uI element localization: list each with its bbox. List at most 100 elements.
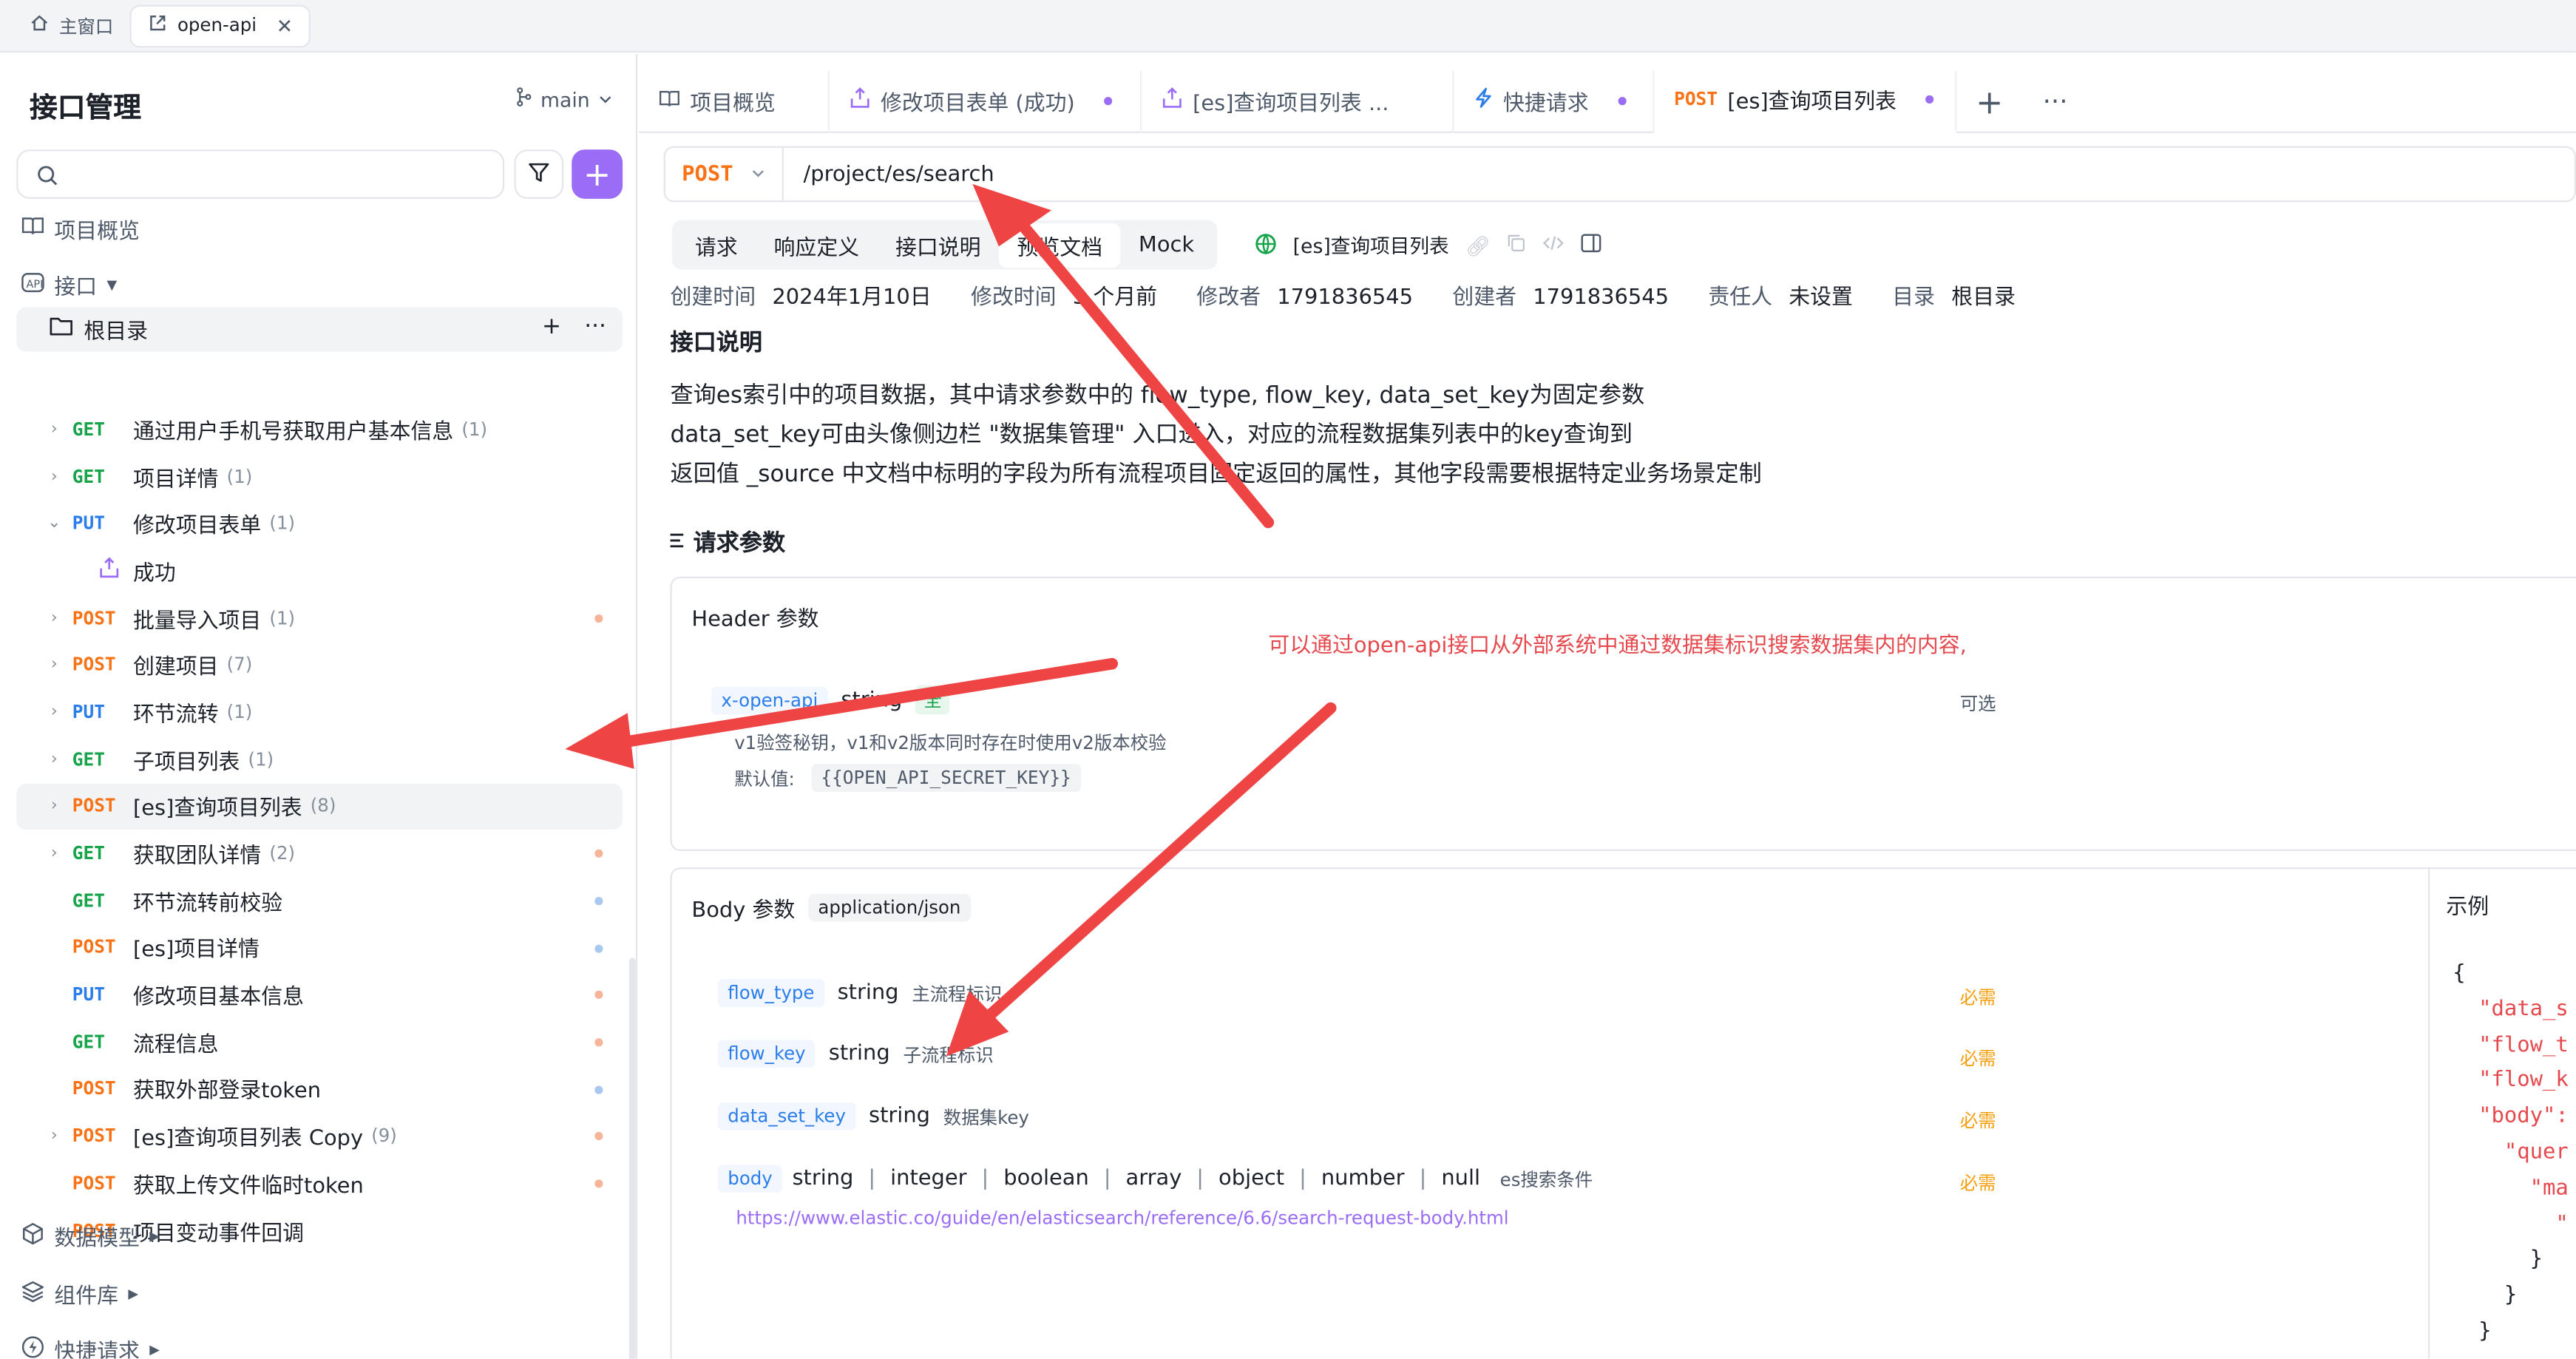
param-name: data_set_key: [717, 1102, 856, 1131]
http-method: GET: [72, 1031, 105, 1053]
meta-created-at: 创建时间 2024年1月10日: [670, 285, 932, 311]
api-icon: API: [21, 272, 44, 299]
tree-api-item[interactable]: PUT 修改项目基本信息: [16, 972, 623, 1019]
tab-mock[interactable]: Mock: [1120, 226, 1212, 264]
http-method: POST: [72, 796, 116, 818]
example-line: "ma: [2453, 1176, 2569, 1201]
tree-api-item[interactable]: › POST 批量导入项目 (1): [16, 594, 623, 642]
tree-api-item[interactable]: POST 获取上传文件临时token: [16, 1160, 623, 1207]
param-type: string: [837, 980, 899, 1006]
list-icon: [670, 529, 684, 555]
sidebar-item-label: 接口: [54, 276, 98, 301]
meta-updated-at: 修改时间 3 个月前: [970, 285, 1157, 311]
api-meta: 创建时间 2024年1月10日 修改时间 3 个月前 修改者 1791836545 创…: [671, 279, 2016, 311]
chevron-right-icon[interactable]: ›: [36, 609, 72, 626]
tree-api-item[interactable]: POST 获取外部登录token: [16, 1065, 623, 1113]
close-icon[interactable]: ✕: [277, 14, 293, 37]
bolt-icon: [21, 1335, 44, 1358]
sidebar-item-label: 项目概览: [54, 220, 140, 245]
tree-root-folder[interactable]: 根目录 + ···: [16, 307, 623, 352]
add-child-button[interactable]: +: [542, 314, 561, 340]
tree-api-item[interactable]: › POST 创建项目 (7): [16, 642, 623, 689]
chevron-right-icon[interactable]: ›: [36, 656, 72, 674]
sub-tab-bar: 请求 响应定义 接口说明 预览文档 Mock: [671, 220, 1218, 270]
panel-toggle-icon[interactable]: [1581, 234, 1602, 258]
tree-item-label: 批量导入项目: [132, 609, 262, 634]
chevron-right-icon[interactable]: ›: [36, 703, 72, 721]
sidebar-item-data-models[interactable]: 数据模型 ▶: [21, 1221, 160, 1252]
more-tabs-button[interactable]: ···: [2022, 86, 2088, 117]
api-name: [es]查询项目列表: [1292, 234, 1449, 258]
sidebar-scrollbar[interactable]: [628, 958, 636, 1359]
case-icon: [850, 87, 871, 115]
tree-item-label: 流程信息: [132, 1033, 219, 1058]
case-icon: [1162, 87, 1183, 115]
sidebar-title: 接口管理: [29, 92, 142, 125]
example-line: "flow_k: [2453, 1068, 2569, 1094]
default-label: 默认值:: [734, 767, 795, 790]
method-select[interactable]: POST: [665, 147, 784, 201]
layers-icon: [21, 1279, 44, 1309]
code-icon[interactable]: [1543, 234, 1565, 258]
tree-api-item[interactable]: GET 流程信息: [16, 1018, 623, 1065]
tree-api-item[interactable]: › POST [es]查询项目列表 Copy (9): [16, 1113, 623, 1160]
chevron-down-icon[interactable]: ⌄: [36, 515, 72, 532]
chevron-down-icon: [750, 162, 765, 186]
tab-api-doc[interactable]: 接口说明: [878, 223, 999, 267]
example-line: }: [2453, 1247, 2543, 1272]
sidebar-item-components[interactable]: 组件库 ▶: [21, 1278, 138, 1309]
tab-quick-request[interactable]: 快捷请求: [1454, 70, 1655, 132]
filter-button[interactable]: [514, 149, 564, 199]
tree-item-count: (1): [248, 748, 274, 770]
tab-request[interactable]: 请求: [677, 223, 756, 267]
tab-preview-doc[interactable]: 预览文档: [999, 223, 1121, 268]
chevron-right-icon[interactable]: ›: [36, 750, 72, 768]
chevron-right-icon[interactable]: ›: [36, 1128, 72, 1145]
link-icon[interactable]: 🔗︎: [1465, 234, 1491, 257]
copy-icon[interactable]: [1507, 234, 1527, 258]
description-line: 查询es索引中的项目数据，其中请求参数中的 flow_type, flow_ke…: [670, 382, 1645, 410]
sidebar-item-quick-requests[interactable]: 快捷请求 ▶: [21, 1334, 160, 1359]
more-button[interactable]: ···: [584, 314, 606, 340]
window-tab-label: open-api: [177, 14, 257, 36]
chevron-right-icon[interactable]: ›: [36, 420, 72, 438]
url-path-input[interactable]: /project/es/search: [784, 162, 994, 186]
branch-selector[interactable]: main: [516, 87, 613, 112]
tab-es-query-case[interactable]: [es]查询项目列表 ...: [1142, 70, 1454, 132]
sidebar-item-interfaces[interactable]: API 接口 ▼: [21, 269, 117, 301]
tab-es-query-active[interactable]: POST [es]查询项目列表: [1654, 70, 1957, 132]
tree-api-item[interactable]: › POST [es]查询项目列表 (8): [16, 782, 623, 830]
tree-api-item[interactable]: › PUT 环节流转 (1): [16, 688, 623, 736]
http-method: GET: [72, 418, 105, 441]
meta-updated-by: 修改者 1791836545: [1196, 285, 1414, 311]
tab-response[interactable]: 响应定义: [756, 223, 877, 267]
chevron-right-icon[interactable]: ›: [36, 467, 72, 485]
chevron-right-icon[interactable]: ›: [36, 844, 72, 862]
window-tab-open-api[interactable]: open-api ✕: [129, 4, 311, 47]
body-param-row: data_set_key string 数据集key: [717, 1102, 1029, 1131]
tab-project-overview[interactable]: 项目概览: [639, 70, 830, 132]
http-method: GET: [72, 889, 105, 912]
chevron-right-icon[interactable]: ›: [36, 797, 72, 815]
tree-api-item[interactable]: › GET 子项目列表 (1): [16, 736, 623, 783]
tree-api-item[interactable]: › GET 获取团队详情 (2): [16, 830, 623, 877]
param-description: 数据集key: [943, 1106, 1029, 1128]
new-tab-button[interactable]: +: [1956, 81, 2022, 121]
param-default: 默认值: {{OPEN_API_SECRET_KEY}}: [734, 764, 1082, 792]
sidebar-item-overview[interactable]: 项目概览: [21, 214, 140, 245]
add-button[interactable]: +: [572, 149, 623, 199]
caret-right-icon: ▶: [149, 1228, 160, 1244]
reference-link[interactable]: https://www.elastic.co/guide/en/elastics…: [736, 1207, 1508, 1229]
search-input[interactable]: [67, 157, 495, 191]
tree-api-item[interactable]: › GET 通过用户手机号获取用户基本信息 (1): [16, 406, 623, 453]
meta-folder: 目录 根目录: [1892, 285, 2016, 311]
tab-edit-project-form[interactable]: 修改项目表单 (成功): [830, 70, 1142, 132]
tree-api-item[interactable]: › GET 项目详情 (1): [16, 453, 623, 501]
tree-api-item[interactable]: POST [es]项目详情: [16, 924, 623, 972]
tree-api-item[interactable]: GET 环节流转前校验: [16, 877, 623, 924]
tree-item-label: 修改项目表单: [132, 514, 262, 540]
window-tab-main[interactable]: 主窗口: [13, 4, 130, 47]
tree-case-item[interactable]: 成功: [16, 547, 623, 594]
tree-api-item[interactable]: ⌄ PUT 修改项目表单 (1): [16, 500, 623, 547]
http-method: POST: [72, 1078, 116, 1100]
